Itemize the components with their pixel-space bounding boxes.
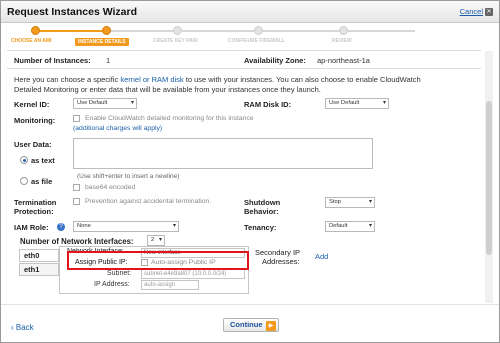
arrow-right-icon: ▶ [266,320,276,331]
as-text-radio[interactable] [20,156,28,164]
cancel-label[interactable]: Cancel [460,7,483,16]
shutdown-value: Stop [329,199,341,205]
as-file-label: as file [31,177,53,186]
step-label-keypair: CREATE KEY PAIR [153,38,198,44]
continue-label: Continue [230,320,263,329]
subnet-select[interactable]: subnet-e4e9a807 (10.0.0.0/24) [141,269,245,279]
kernel-select[interactable]: Use Default ▾ [73,98,137,109]
chevron-down-icon: ▾ [130,100,134,106]
tenancy-select[interactable]: Default ▾ [325,221,375,232]
chevron-down-icon: ▾ [382,100,386,106]
wizard-dialog: Request Instances Wizard Cancel ✕ CHOOSE … [0,0,500,343]
back-label[interactable]: Back [16,323,34,332]
highlight-box [67,251,249,270]
zone-value: ap-northeast-1a [317,56,370,65]
iam-role-select[interactable]: None ▾ [73,221,179,232]
progress-fill [35,30,107,32]
step-dot-details [102,26,111,35]
chevron-down-icon: ▾ [368,223,372,229]
secondary-ip-label: Addresses: [262,257,300,266]
intro-text: Here you can choose a specific [14,75,121,84]
tab-eth0[interactable]: eth0 [19,249,59,262]
instances-label: Number of Instances: [14,56,91,65]
footer-divider [1,304,499,305]
as-text-label: as text [31,156,55,165]
ramdisk-value: Use Default [329,100,360,106]
tenancy-label: Tenancy: [244,223,277,232]
title-bar: Request Instances Wizard Cancel ✕ [1,1,499,23]
user-data-label: User Data: [14,140,52,149]
step-dot-firewall [254,26,263,35]
ip-address-input[interactable]: auto-assign [141,280,199,290]
chevron-down-icon: ▾ [368,199,372,205]
instances-value: 1 [106,56,111,65]
kernel-ramdisk-link[interactable]: kernel or RAM disk [120,75,183,84]
termination-label: Termination [14,198,57,207]
network-interfaces-label: Number of Network Interfaces: [20,237,134,246]
tab-eth1[interactable]: eth1 [19,263,59,276]
cancel-link[interactable]: Cancel ✕ [460,7,493,17]
step-dot-ami [31,26,40,35]
base64-label: base64 encoded [85,184,136,191]
shutdown-label: Behavior: [244,207,279,216]
chevron-down-icon: ▾ [172,223,176,229]
close-icon[interactable]: ✕ [485,8,493,17]
iam-role-label: IAM Role: [14,223,49,232]
monitoring-label: Monitoring: [14,116,56,125]
dialog-title: Request Instances Wizard [7,6,138,18]
iam-role-value: None [77,223,91,229]
network-count-select[interactable]: 2 ▾ [147,235,165,246]
shutdown-select[interactable]: Stop ▾ [325,197,375,208]
add-secondary-ip-link[interactable]: Add [315,252,328,261]
step-label-ami: CHOOSE AN AMI [11,38,52,44]
ip-address-placeholder: auto-assign [144,282,176,288]
ramdisk-select[interactable]: Use Default ▾ [325,98,389,109]
kernel-value: Use Default [77,100,108,106]
intro-line-2: Detailed Monitoring or enter data that w… [14,85,321,94]
base64-checkbox[interactable] [73,184,80,191]
user-data-textarea[interactable] [73,138,373,169]
termination-checkbox-label: Prevention against accidental terminatio… [85,198,212,205]
subnet-label: Subnet: [107,270,132,277]
shutdown-label: Shutdown [244,198,281,207]
divider [7,50,481,51]
continue-button[interactable]: Continue ▶ [223,318,279,332]
intro-line-1: Here you can choose a specific kernel or… [14,75,421,84]
ip-address-label: IP Address: [94,281,130,288]
ramdisk-label: RAM Disk ID: [244,100,292,109]
zone-label: Availability Zone: [244,56,306,65]
back-link[interactable]: ‹ Back [11,323,34,332]
step-dot-review [339,26,348,35]
kernel-label: Kernel ID: [14,100,50,109]
step-label-details: INSTANCE DETAILS [75,38,129,46]
step-label-firewall: CONFIGURE FIREWALL [228,38,285,44]
step-label-review: REVIEW [332,38,352,44]
as-file-radio[interactable] [20,177,28,185]
intro-text: to use with your instances. You can also… [183,75,421,84]
step-dot-keypair [173,26,182,35]
termination-label: Protection: [14,207,54,216]
scrollbar-thumb[interactable] [486,101,492,255]
tenancy-value: Default [329,223,348,229]
chevron-down-icon: ▾ [158,237,162,243]
newline-hint: (Use shift+enter to insert a newline) [77,173,180,180]
network-count-value: 2 [151,237,155,243]
additional-charges-link[interactable]: (additional charges will apply) [73,125,162,132]
termination-checkbox[interactable] [73,198,80,205]
info-icon[interactable]: ? [57,223,65,231]
divider [7,68,481,69]
secondary-ip-label: Secondary IP [255,248,301,257]
monitoring-checkbox-label: Enable CloudWatch detailed monitoring fo… [85,115,254,122]
monitoring-checkbox[interactable] [73,115,80,122]
subnet-value: subnet-e4e9a807 (10.0.0.0/24) [144,271,227,277]
